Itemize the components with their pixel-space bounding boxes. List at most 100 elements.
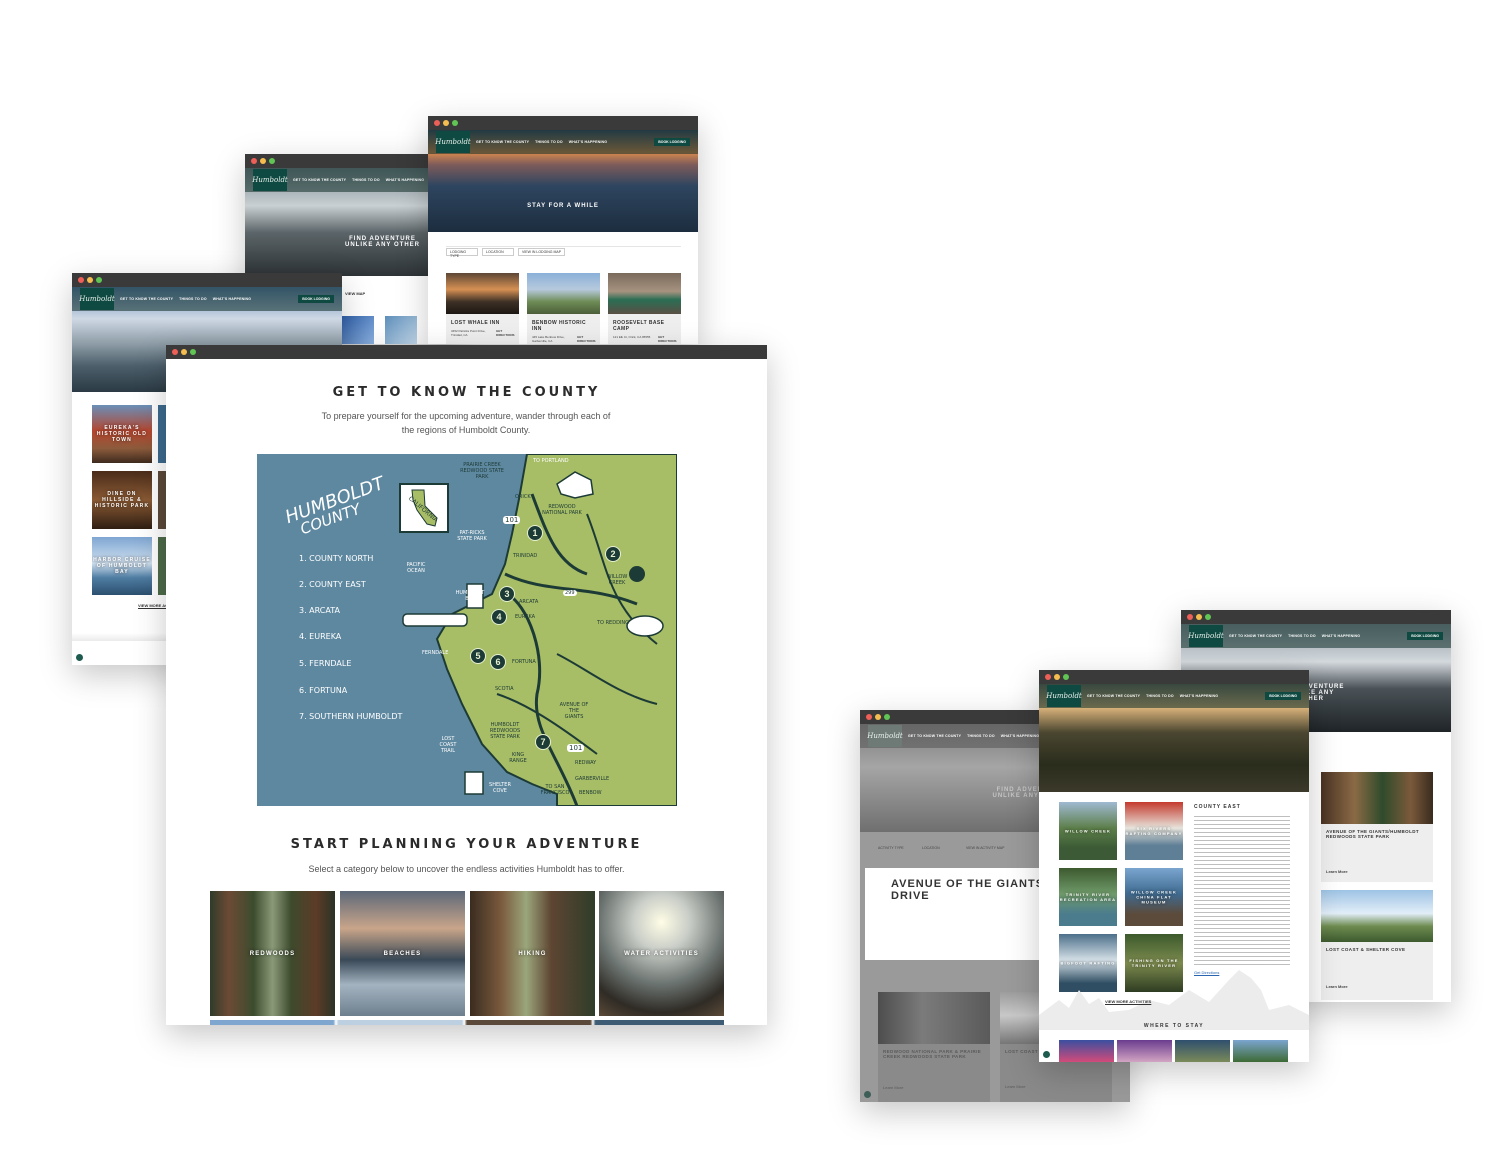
nav-county[interactable]: GET TO KNOW THE COUNTY (908, 734, 961, 738)
card-link[interactable]: Learn More (1321, 841, 1433, 874)
category-beaches[interactable]: BEACHES (340, 891, 465, 1016)
minimize-dot[interactable] (443, 120, 449, 126)
minimize-dot[interactable] (1196, 614, 1202, 620)
activity-tile[interactable]: WILLOW CREEK (1059, 802, 1117, 860)
minimize-dot[interactable] (87, 277, 93, 283)
directions-link[interactable]: GET DIRECTIONS (496, 329, 515, 337)
close-dot[interactable] (172, 349, 178, 355)
map-marker-2[interactable]: 2 (605, 546, 621, 562)
minimize-dot[interactable] (875, 714, 881, 720)
close-dot[interactable] (434, 120, 440, 126)
book-lodging-button[interactable]: BOOK LODGING (1407, 632, 1443, 640)
card-image (527, 273, 600, 314)
book-lodging-button[interactable]: BOOK LODGING (1265, 692, 1301, 700)
close-dot[interactable] (866, 714, 872, 720)
view-more-link[interactable]: VIEW MORE ACTIVITIES (1105, 999, 1151, 1004)
minimize-dot[interactable] (181, 349, 187, 355)
logo[interactable]: Humboldt (1046, 685, 1082, 707)
view-map-button[interactable]: VIEW IN LODGING MAP (518, 248, 566, 256)
location-select[interactable]: LOCATION (922, 846, 952, 850)
activity-card[interactable]: LOST COAST & SHELTER COVE Learn More (1321, 890, 1433, 1000)
nav-happening[interactable]: WHAT'S HAPPENING (1180, 694, 1218, 698)
nav-things[interactable]: THINGS TO DO (1146, 694, 1174, 698)
minimize-dot[interactable] (1054, 674, 1060, 680)
county-map[interactable]: HUMBOLDT COUNTY CALIFORNIA 1. COUNTY NOR… (257, 454, 677, 806)
minimize-dot[interactable] (260, 158, 266, 164)
accessibility-icon[interactable] (76, 654, 83, 661)
book-lodging-button[interactable]: BOOK LODGING (654, 138, 690, 146)
region-4[interactable]: 4. EUREKA (299, 632, 341, 641)
activity-tile[interactable]: HARBOR CRUISE OF HUMBOLDT BAY (92, 537, 152, 595)
nav-things[interactable]: THINGS TO DO (352, 178, 380, 182)
activity-card[interactable]: AVENUE OF THE GIANTS/HUMBOLDT REDWOODS S… (1321, 772, 1433, 882)
activity-tile[interactable]: WILLOW CREEK CHINA FLAT MUSEUM (1125, 868, 1183, 926)
close-dot[interactable] (1045, 674, 1051, 680)
directions-link[interactable]: GET DIRECTIONS (577, 335, 596, 343)
nav-happening[interactable]: WHAT'S HAPPENING (569, 140, 607, 144)
nav-county[interactable]: GET TO KNOW THE COUNTY (1087, 694, 1140, 698)
category-hiking[interactable]: HIKING (470, 891, 595, 1016)
zoom-dot[interactable] (96, 277, 102, 283)
activity-tile[interactable]: DINE ON HILLSIDE & HISTORIC PARK (92, 471, 152, 529)
zoom-dot[interactable] (190, 349, 196, 355)
region-1[interactable]: 1. COUNTY NORTH (299, 554, 373, 563)
zoom-dot[interactable] (452, 120, 458, 126)
zoom-dot[interactable] (1205, 614, 1211, 620)
card-link[interactable]: Learn More (1321, 954, 1433, 989)
activity-tile[interactable]: EUREKA'S HISTORIC OLD TOWN (92, 405, 152, 463)
activity-tile[interactable]: SIX RIVERS RAFTING COMPANY (1125, 802, 1183, 860)
close-dot[interactable] (251, 158, 257, 164)
nav-county[interactable]: GET TO KNOW THE COUNTY (476, 140, 529, 144)
nav-happening[interactable]: WHAT'S HAPPENING (213, 297, 251, 301)
nav-county[interactable]: GET TO KNOW THE COUNTY (293, 178, 346, 182)
nav-county[interactable]: GET TO KNOW THE COUNTY (120, 297, 173, 301)
logo[interactable]: Humboldt (435, 131, 471, 153)
category-water[interactable]: WATER ACTIVITIES (599, 891, 724, 1016)
tile-label: DINE ON HILLSIDE & HISTORIC PARK (94, 491, 150, 509)
close-dot[interactable] (78, 277, 84, 283)
lodging-card[interactable]: BENBOW HISTORIC INN 445 Lake Benbow Driv… (527, 273, 600, 344)
logo[interactable]: Humboldt (867, 725, 903, 747)
zoom-dot[interactable] (884, 714, 890, 720)
logo[interactable]: Humboldt (252, 169, 288, 191)
view-map-link[interactable]: VIEW MAP (345, 291, 365, 296)
logo[interactable]: Humboldt (79, 288, 115, 310)
region-6[interactable]: 6. FORTUNA (299, 686, 347, 695)
map-marker-4[interactable]: 4 (491, 609, 507, 625)
nav-things[interactable]: THINGS TO DO (1288, 634, 1316, 638)
map-marker-7[interactable]: 7 (535, 734, 551, 750)
activity-type-select[interactable]: ACTIVITY TYPE (878, 846, 908, 850)
region-3[interactable]: 3. ARCATA (299, 606, 340, 615)
view-map-button[interactable]: VIEW IN ACTIVITY MAP (966, 846, 1004, 850)
accessibility-icon[interactable] (864, 1091, 871, 1098)
directions-link[interactable]: GET DIRECTIONS (658, 335, 677, 343)
activity-tile[interactable]: TRINITY RIVER RECREATION AREA (1059, 868, 1117, 926)
lodging-type-select[interactable]: LODGING TYPE (446, 248, 478, 258)
card-link[interactable]: Learn More (878, 1061, 990, 1090)
activity-card[interactable]: REDWOOD NATIONAL PARK & PRAIRIE CREEK RE… (878, 992, 990, 1102)
nav-things[interactable]: THINGS TO DO (967, 734, 995, 738)
nav-happening[interactable]: WHAT'S HAPPENING (386, 178, 424, 182)
nav-county[interactable]: GET TO KNOW THE COUNTY (1229, 634, 1282, 638)
category-redwoods[interactable]: REDWOODS (210, 891, 335, 1016)
map-marker-5[interactable]: 5 (470, 648, 486, 664)
lodging-card[interactable]: LOST WHALE INN 3452 Patricks Point Drive… (446, 273, 519, 344)
map-marker-6[interactable]: 6 (490, 654, 506, 670)
location-select[interactable]: LOCATION (482, 248, 514, 256)
close-dot[interactable] (1187, 614, 1193, 620)
region-5[interactable]: 5. FERNDALE (299, 659, 351, 668)
region-2[interactable]: 2. COUNTY EAST (299, 580, 366, 589)
book-lodging-button[interactable]: BOOK LODGING (298, 295, 334, 303)
map-marker-1[interactable]: 1 (527, 525, 543, 541)
nav-things[interactable]: THINGS TO DO (535, 140, 563, 144)
logo[interactable]: Humboldt (1188, 625, 1224, 647)
nav-happening[interactable]: WHAT'S HAPPENING (1322, 634, 1360, 638)
map-marker-3[interactable]: 3 (499, 586, 515, 602)
zoom-dot[interactable] (1063, 674, 1069, 680)
region-7[interactable]: 7. SOUTHERN HUMBOLDT (299, 712, 402, 721)
nav-things[interactable]: THINGS TO DO (179, 297, 207, 301)
nav-happening[interactable]: WHAT'S HAPPENING (1001, 734, 1039, 738)
lodging-card[interactable]: ROOSEVELT BASE CAMP 121 Elk Ct, Orick, C… (608, 273, 681, 344)
accessibility-icon[interactable] (1043, 1051, 1050, 1058)
zoom-dot[interactable] (269, 158, 275, 164)
